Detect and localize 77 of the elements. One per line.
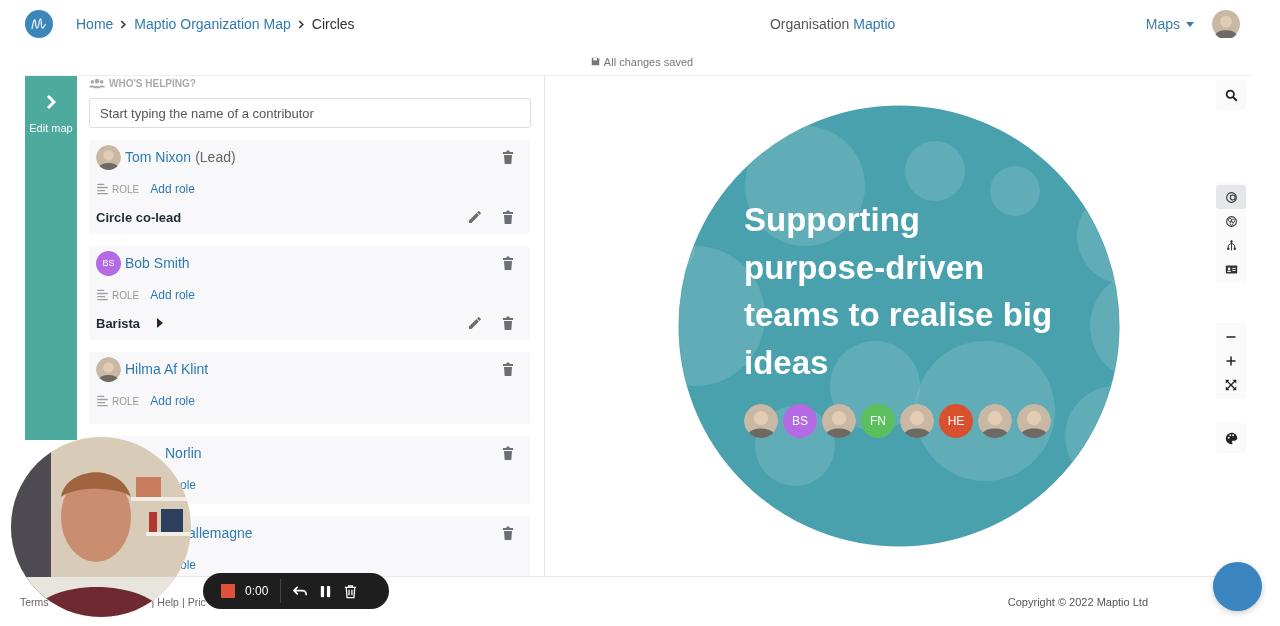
trash-icon[interactable] [500,149,516,165]
circle-title: Supporting purpose-driven teams to realise big ideas [744,200,1054,383]
organisation-link[interactable]: Maptio [853,16,896,32]
chevron-icon [46,94,56,110]
trash-icon[interactable] [500,361,516,377]
search-icon [1224,88,1238,102]
caret-icon [157,318,164,328]
caret-icon [1186,21,1194,27]
avatar [978,404,1012,438]
footer-link[interactable]: Help [157,596,179,608]
member-name-link[interactable]: Tom Nixon [125,149,192,165]
plus-icon [1225,355,1237,367]
role-toggle[interactable]: Circle co-lead [96,209,182,225]
organisation-label: Organisation [769,16,850,32]
avatar [822,404,856,438]
role-toggle[interactable]: Barista [96,315,164,331]
trash-icon [343,583,359,599]
tree-view-icon [1224,238,1238,252]
directory-view-icon [1224,262,1238,276]
copyright: Copyright © 2022 Maptio Ltd [1007,596,1148,608]
add-role-link[interactable]: Add role [150,394,195,408]
recording-time: 0:00 [245,584,269,598]
search-button[interactable] [1216,80,1246,110]
avatar: BS [96,250,121,276]
avatar [96,356,121,382]
save-icon [590,57,600,66]
trash-icon[interactable] [500,209,516,225]
trash-icon[interactable] [500,445,516,461]
save-status: All changes saved [603,55,694,68]
separator: | [181,596,185,608]
view-toggle[interactable] [1216,185,1246,209]
circle-node[interactable] [675,102,1123,550]
add-role-link[interactable]: ole [180,478,196,492]
footer-link[interactable]: Terms [20,596,49,608]
member-name-link[interactable]: Norlin [165,445,202,461]
breadcrumb-link[interactable]: Maptio Organization Map [134,16,291,32]
footer-link[interactable]: Pric [187,596,206,608]
lead-label: (Lead) [195,149,236,165]
section-heading: WHO'S HELPING? [109,77,196,89]
member-name-link[interactable]: Bob Smith [125,255,190,271]
maps-menu[interactable]: Maps [1145,16,1194,32]
stop-icon [221,584,235,598]
member-name-link[interactable]: Hilma Af Klint [125,361,209,377]
chevron-icon [120,19,128,29]
member-name-link[interactable]: allemagne [188,525,253,541]
avatar [96,144,121,170]
breadcrumb-link[interactable]: Home [76,16,114,32]
palette-icon [1224,431,1238,445]
expand-icon [1225,379,1237,391]
trash-icon[interactable] [500,255,516,271]
role-label: ROLE [112,395,140,407]
edit-map-button[interactable]: Edit map [25,76,77,440]
avatar [900,404,934,438]
pencil-icon[interactable] [467,209,483,225]
role-label: ROLE [112,289,140,301]
chevron-icon [297,19,305,29]
role-label: ROLE [112,183,140,195]
pencil-icon[interactable] [467,315,483,331]
avatar [744,404,778,438]
circles-view-icon [1224,190,1238,204]
lines-icon [96,288,109,302]
palette-button[interactable] [1216,423,1246,453]
users-icon [89,77,105,89]
lines-icon [96,182,109,196]
add-role-link[interactable]: Add role [150,288,195,302]
contributor-search-field[interactable]: Start typing the name of a contributor [89,98,531,128]
logo[interactable] [25,10,53,38]
bubbles-view-icon [1224,214,1238,228]
breadcrumb-link[interactable]: Circles [311,16,355,32]
trash-icon[interactable] [500,525,516,541]
trash-icon[interactable] [500,315,516,331]
chat-button[interactable] [1213,562,1262,611]
user-avatar [1212,10,1240,38]
delete-button[interactable] [343,583,359,599]
lines-icon [96,394,109,408]
avatar [1017,404,1051,438]
add-role-link[interactable]: Add role [150,182,195,196]
